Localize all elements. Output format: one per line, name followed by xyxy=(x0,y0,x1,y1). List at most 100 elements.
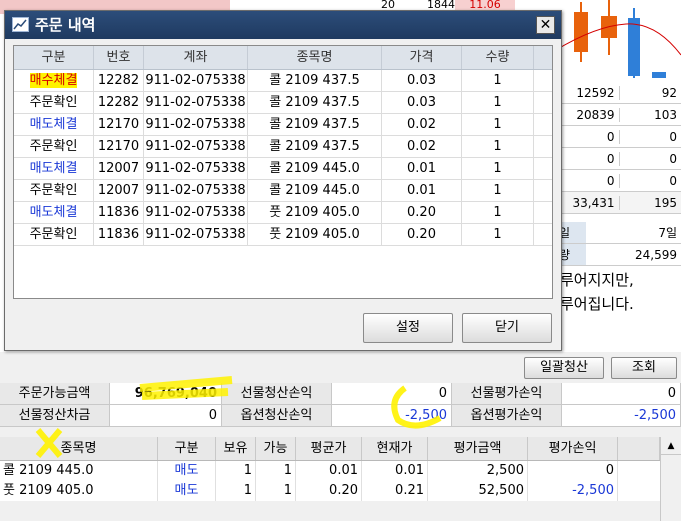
background-note: 루어지지만, 루어집니다. xyxy=(556,268,681,316)
col-header[interactable]: 현재가 xyxy=(362,437,428,460)
col-header[interactable]: 구분 xyxy=(158,437,216,460)
col-header[interactable]: 수량 xyxy=(462,46,534,69)
order-no: 12007 xyxy=(94,180,144,201)
background-grid: 12592 92 20839 103 00 00 00 33,431 195 xyxy=(556,82,681,214)
order-table: 구분 번호 계좌 종목명 가격 수량 매수체결 12282 911-02-075… xyxy=(13,45,553,299)
col-header[interactable]: 가격 xyxy=(382,46,462,69)
order-type: 매도체결 xyxy=(14,114,94,135)
option-settle-pl-value: -2,500 xyxy=(332,405,452,426)
col-header[interactable]: 보유 xyxy=(216,437,256,460)
order-type: 주문확인 xyxy=(14,180,94,201)
position-avg: 0.20 xyxy=(296,481,362,501)
position-cur: 0.01 xyxy=(362,461,428,481)
table-row[interactable]: 주문확인 11836 911-02-075338 풋 2109 405.0 0.… xyxy=(14,224,552,246)
table-row[interactable]: 매수체결 12282 911-02-075338 콜 2109 437.5 0.… xyxy=(14,70,552,92)
order-type: 주문확인 xyxy=(14,136,94,157)
option-eval-pl-value: -2,500 xyxy=(562,405,681,426)
order-account: 911-02-075338 xyxy=(144,114,248,135)
order-price: 0.03 xyxy=(382,92,462,113)
order-type: 매수체결 xyxy=(14,70,94,91)
table-row[interactable]: 주문확인 12007 911-02-075338 콜 2109 445.0 0.… xyxy=(14,180,552,202)
position-hold: 1 xyxy=(216,461,256,481)
close-icon[interactable]: ✕ xyxy=(536,16,555,34)
position-amount: 52,500 xyxy=(428,481,528,501)
table-row[interactable]: 주문확인 12282 911-02-075338 콜 2109 437.5 0.… xyxy=(14,92,552,114)
positions-header: 종목명 구분 보유 가능 평균가 현재가 평가금액 평가손익 xyxy=(0,437,660,461)
order-qty: 1 xyxy=(462,114,534,135)
query-button[interactable]: 조회 xyxy=(611,357,677,379)
position-name: 콜 2109 445.0 xyxy=(0,461,158,481)
table-row[interactable]: 매도체결 12170 911-02-075338 콜 2109 437.5 0.… xyxy=(14,114,552,136)
close-button[interactable]: 닫기 xyxy=(462,313,552,343)
col-header[interactable]: 계좌 xyxy=(144,46,248,69)
account-summary: 주문가능금액 96,769,040 선물청산손익 0 선물평가손익 0 선물정산… xyxy=(0,383,681,427)
order-qty: 1 xyxy=(462,136,534,157)
background-top-values: 20 1844 11.06 xyxy=(345,0,560,10)
dialog-title-bar[interactable]: 주문 내역 ✕ xyxy=(5,11,561,39)
order-account: 911-02-075338 xyxy=(144,92,248,113)
grid-cell: 33,431 xyxy=(557,195,620,210)
grid-cell: 0 xyxy=(557,129,620,144)
order-qty: 1 xyxy=(462,202,534,223)
order-account: 911-02-075338 xyxy=(144,224,248,245)
order-price: 0.01 xyxy=(382,180,462,201)
settings-button[interactable]: 설정 xyxy=(363,313,453,343)
info-value: 7일 xyxy=(658,226,677,240)
grid-row: 00 xyxy=(557,170,681,192)
grid-row: 12592 92 xyxy=(557,82,681,104)
order-name: 콜 2109 437.5 xyxy=(248,92,382,113)
col-header[interactable]: 구분 xyxy=(14,46,94,69)
summary-row: 주문가능금액 96,769,040 선물청산손익 0 선물평가손익 0 xyxy=(0,383,681,405)
grid-cell: 0 xyxy=(669,173,677,188)
col-header[interactable]: 종목명 xyxy=(0,437,158,460)
order-name: 풋 2109 405.0 xyxy=(248,224,382,245)
order-no: 12007 xyxy=(94,158,144,179)
position-name: 풋 2109 405.0 xyxy=(0,481,158,501)
positions-scrollbar[interactable]: ▲ xyxy=(660,437,681,521)
bg-top-value: 11.06 xyxy=(455,0,515,10)
futures-settle-pl-value: 0 xyxy=(332,383,452,404)
table-row[interactable]: 매도체결 12007 911-02-075338 콜 2109 445.0 0.… xyxy=(14,158,552,180)
order-no: 12170 xyxy=(94,114,144,135)
order-type: 주문확인 xyxy=(14,224,94,245)
position-amount: 2,500 xyxy=(428,461,528,481)
table-row[interactable]: 풋 2109 405.0 매도 1 1 0.20 0.21 52,500 -2,… xyxy=(0,481,660,501)
table-row[interactable]: 주문확인 12170 911-02-075338 콜 2109 437.5 0.… xyxy=(14,136,552,158)
order-account: 911-02-075338 xyxy=(144,180,248,201)
order-account: 911-02-075338 xyxy=(144,202,248,223)
order-price: 0.01 xyxy=(382,158,462,179)
order-table-header: 구분 번호 계좌 종목명 가격 수량 xyxy=(14,46,552,70)
order-price: 0.02 xyxy=(382,136,462,157)
col-header[interactable]: 가능 xyxy=(256,437,296,460)
order-qty: 1 xyxy=(462,92,534,113)
table-row[interactable]: 매도체결 11836 911-02-075338 풋 2109 405.0 0.… xyxy=(14,202,552,224)
order-name: 풋 2109 405.0 xyxy=(248,202,382,223)
futures-eval-pl-label: 선물평가손익 xyxy=(452,383,562,404)
order-price: 0.20 xyxy=(382,224,462,245)
order-no: 11836 xyxy=(94,224,144,245)
col-header[interactable]: 평가손익 xyxy=(528,437,618,460)
order-account: 911-02-075338 xyxy=(144,158,248,179)
grid-row: 20839 103 xyxy=(557,104,681,126)
order-price: 0.20 xyxy=(382,202,462,223)
order-name: 콜 2109 445.0 xyxy=(248,180,382,201)
col-header-overflow xyxy=(618,437,660,460)
bg-top-value: 1844 xyxy=(427,0,455,11)
col-header[interactable]: 번호 xyxy=(94,46,144,69)
order-name: 콜 2109 437.5 xyxy=(248,114,382,135)
bulk-settle-button[interactable]: 일괄청산 xyxy=(524,357,604,379)
futures-diff-value: 0 xyxy=(110,405,222,426)
scroll-up-icon[interactable]: ▲ xyxy=(661,437,681,455)
dialog-title: 주문 내역 xyxy=(35,16,96,34)
order-no: 11836 xyxy=(94,202,144,223)
order-name: 콜 2109 445.0 xyxy=(248,158,382,179)
position-avg: 0.01 xyxy=(296,461,362,481)
background-info: 일 7일 량 24,599 xyxy=(556,222,681,266)
order-account: 911-02-075338 xyxy=(144,70,248,91)
moving-average-line xyxy=(556,23,681,56)
col-header[interactable]: 평균가 xyxy=(296,437,362,460)
col-header[interactable]: 평가금액 xyxy=(428,437,528,460)
col-header[interactable]: 종목명 xyxy=(248,46,382,69)
table-row[interactable]: 콜 2109 445.0 매도 1 1 0.01 0.01 2,500 0 xyxy=(0,461,660,481)
order-name: 콜 2109 437.5 xyxy=(248,70,382,91)
